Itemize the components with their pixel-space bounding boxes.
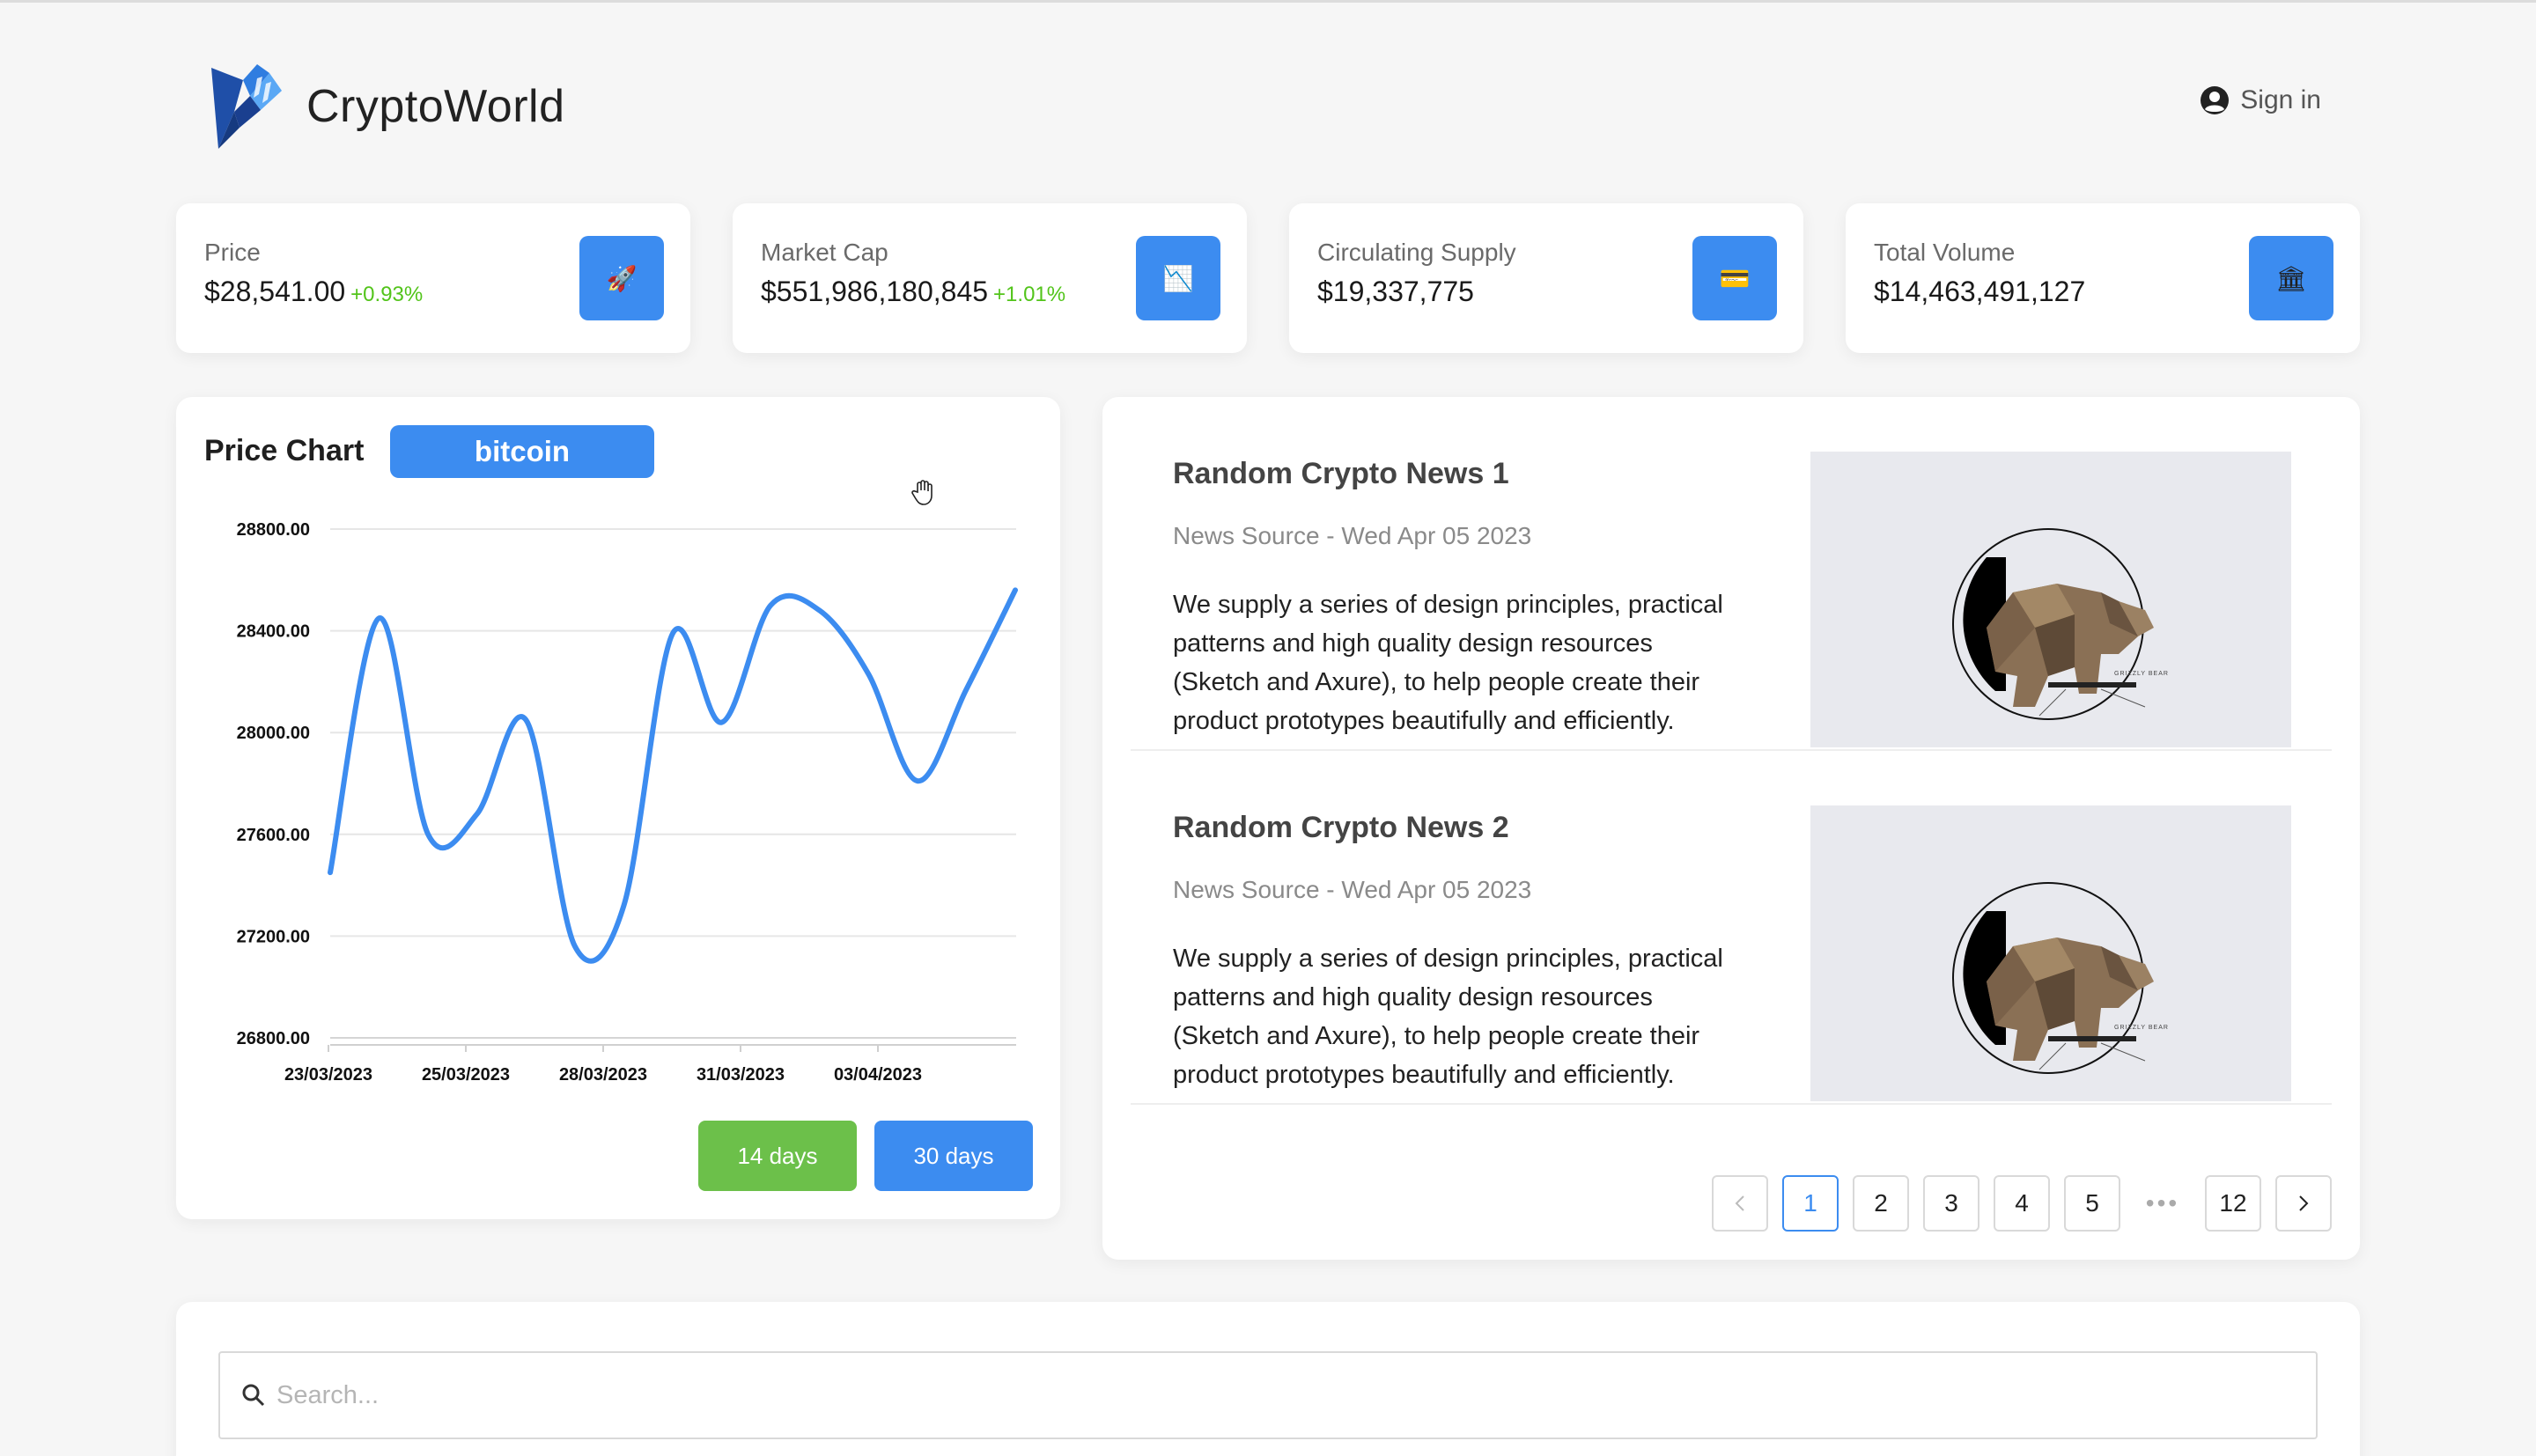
y-tick-label: 27600.00 [237, 826, 310, 845]
stat-value-text: $19,337,775 [1317, 276, 1474, 307]
pan-hand-icon-shape [911, 480, 933, 505]
market-cap-stat-card: Market Cap $551,986,180,845 +1.01% 📉 [733, 203, 1247, 353]
chevron-left-icon [1735, 1195, 1744, 1211]
news-image[interactable]: GRIZZLY BEAR [1810, 805, 2291, 1101]
y-tick-label: 26800.00 [237, 1029, 310, 1048]
sign-in-button[interactable]: Sign in [2200, 85, 2321, 115]
stat-value-text: $551,986,180,845 [761, 276, 989, 307]
pan-hand-icon [911, 480, 933, 505]
page-button-2[interactable]: 2 [1853, 1175, 1909, 1232]
news-title[interactable]: Random Crypto News 1 [1173, 457, 1509, 491]
y-tick-label: 28400.00 [237, 622, 310, 642]
price-line-chart[interactable]: 28800.00 28400.00 28000.00 27600.00 27200.00… [176, 397, 1060, 1219]
page-ellipsis[interactable]: ••• [2134, 1175, 2191, 1232]
14-days-button[interactable]: 14 days [698, 1121, 857, 1191]
prev-page-button[interactable] [1712, 1175, 1768, 1232]
news-description: We supply a series of design principles,… [1173, 591, 1723, 735]
page-button-1[interactable]: 1 [1782, 1175, 1839, 1232]
total-volume-stat-card: Total Volume $14,463,491,127 🏛 [1846, 203, 2360, 353]
news-item[interactable]: Random Crypto News 2 News Source - Wed A… [1131, 751, 2332, 1105]
news-title[interactable]: Random Crypto News 2 [1173, 811, 1509, 845]
x-tick-label: 28/03/2023 [559, 1065, 647, 1085]
grizzly-bear-image: GRIZZLY BEAR [1952, 528, 2169, 720]
page-button-4[interactable]: 4 [1994, 1175, 2050, 1232]
stat-value: $551,986,180,845 +1.01% [761, 276, 1065, 308]
news-image[interactable]: GRIZZLY BEAR [1810, 452, 2291, 747]
search-card [176, 1302, 2360, 1456]
news-source: News Source - Wed Apr 05 2023 [1173, 522, 1532, 549]
credit-card-icon: 💳 [1692, 236, 1777, 320]
stat-label: Market Cap [761, 239, 888, 266]
y-tick-label: 28800.00 [237, 520, 310, 540]
x-tick-label: 23/03/2023 [284, 1065, 372, 1085]
news-description: We supply a series of design principles,… [1173, 945, 1723, 1089]
news-card: Random Crypto News 1 News Source - Wed A… [1102, 397, 2360, 1260]
chart-icon: 📉 [1136, 236, 1220, 320]
price-stat-card: Price $28,541.00 +0.93% 🚀 [176, 203, 690, 353]
page-button-3[interactable]: 3 [1923, 1175, 1979, 1232]
stat-value: $14,463,491,127 [1874, 276, 2085, 308]
search-icon [242, 1384, 265, 1407]
x-tick-label: 25/03/2023 [422, 1065, 510, 1085]
stat-value-text: $14,463,491,127 [1874, 276, 2086, 307]
news-item[interactable]: Random Crypto News 1 News Source - Wed A… [1131, 397, 2332, 751]
bank-icon: 🏛 [2249, 236, 2333, 320]
y-tick-label: 28000.00 [237, 724, 310, 743]
image-caption: GRIZZLY BEAR [2114, 671, 2169, 677]
app-name: CryptoWorld [306, 81, 565, 132]
cryptoworld-logo-icon [211, 64, 282, 149]
30-days-button[interactable]: 30 days [874, 1121, 1033, 1191]
search-input[interactable] [276, 1380, 2214, 1410]
stat-change: +1.01% [993, 283, 1066, 306]
stat-value-text: $28,541.00 [204, 276, 346, 307]
circulating-supply-stat-card: Circulating Supply $19,337,775 💳 [1289, 203, 1803, 353]
chevron-right-icon [2299, 1195, 2309, 1211]
price-series-line [328, 587, 1018, 964]
page-button-5[interactable]: 5 [2064, 1175, 2120, 1232]
user-icon [2201, 86, 2230, 114]
rocket-icon: 🚀 [579, 236, 664, 320]
y-tick-label: 27200.00 [237, 927, 310, 946]
stat-label: Circulating Supply [1317, 239, 1516, 266]
stat-label: Total Volume [1874, 239, 2016, 266]
pagination: 1 2 3 4 5 ••• 12 [1698, 1175, 2332, 1232]
page-button-12[interactable]: 12 [2205, 1175, 2261, 1232]
stat-label: Price [204, 239, 261, 266]
search-box[interactable] [218, 1351, 2318, 1439]
sign-in-label: Sign in [2240, 85, 2321, 114]
grizzly-bear-image: GRIZZLY BEAR [1952, 882, 2169, 1074]
logo[interactable]: CryptoWorld [208, 61, 565, 152]
x-tick-label: 31/03/2023 [697, 1065, 785, 1085]
x-tick-label: 03/04/2023 [834, 1065, 922, 1085]
stat-change: +0.93% [350, 283, 424, 306]
stat-value: $19,337,775 [1317, 276, 1474, 308]
next-page-button[interactable] [2275, 1175, 2332, 1232]
news-source: News Source - Wed Apr 05 2023 [1173, 876, 1532, 903]
image-caption: GRIZZLY BEAR [2114, 1025, 2169, 1031]
price-chart-card: Price Chart bitcoin 28800.00 28400.00 2800… [176, 397, 1060, 1219]
stat-value: $28,541.00 +0.93% [204, 276, 423, 308]
header: CryptoWorld Sign in [208, 61, 2321, 159]
